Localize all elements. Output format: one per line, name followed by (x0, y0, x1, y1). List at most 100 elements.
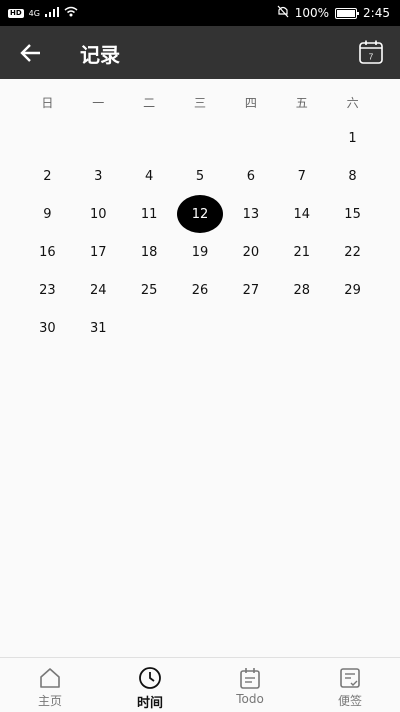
day-number: 21 (293, 244, 310, 260)
network-type: 4G (28, 8, 40, 18)
arrow-left-icon (20, 44, 40, 62)
nav-item-todo[interactable]: Todo (200, 658, 300, 712)
day-cell[interactable]: 9 (22, 195, 73, 233)
day-number: 26 (191, 282, 209, 298)
day-cell[interactable]: 11 (124, 195, 175, 233)
nav-item-note[interactable]: 便签 (300, 658, 400, 712)
day-number: 23 (39, 282, 56, 298)
weekday-header: 四 (244, 96, 257, 110)
day-cell[interactable]: 3 (73, 157, 124, 195)
day-number: 4 (144, 168, 154, 184)
day-cell-selected[interactable]: 12 (175, 195, 226, 233)
note-icon (340, 668, 360, 688)
bottom-navigation: 主页 时间 Todo 便签 (0, 657, 400, 712)
day-cell[interactable]: 18 (124, 233, 175, 271)
day-cell[interactable]: 30 (22, 309, 73, 347)
day-number: 10 (90, 206, 107, 222)
calendar-icon: 7 (359, 40, 383, 64)
nav-label: 便签 (337, 694, 362, 708)
back-button[interactable] (18, 40, 44, 66)
nav-item-home[interactable]: 主页 (0, 658, 100, 712)
weekday-header-row: 日一二三四五六 (22, 94, 378, 111)
empty-day-cell (73, 119, 124, 157)
status-bar: HD 4G 100% 2:45 (0, 0, 400, 26)
page-title: 记录 (80, 43, 120, 67)
day-cell[interactable]: 1 (327, 119, 378, 157)
nav-label: 主页 (37, 694, 62, 708)
day-number: 12 (176, 195, 223, 233)
day-cell[interactable]: 21 (276, 233, 327, 271)
day-number: 13 (242, 206, 260, 222)
day-cell[interactable]: 2 (22, 157, 73, 195)
day-number: 2 (43, 168, 52, 184)
weekday-header: 六 (346, 96, 359, 110)
weekday-header: 二 (143, 96, 156, 110)
day-cell[interactable]: 31 (73, 309, 124, 347)
day-number: 30 (39, 320, 56, 336)
day-cell[interactable]: 16 (22, 233, 73, 271)
day-cell[interactable]: 6 (225, 157, 276, 195)
day-number: 7 (297, 168, 306, 184)
wifi-icon (64, 6, 78, 20)
day-cell[interactable]: 22 (327, 233, 378, 271)
todo-icon (240, 668, 260, 689)
app-bar: 记录 7 (0, 26, 400, 79)
calendar-button[interactable]: 7 (358, 39, 384, 65)
day-cell[interactable]: 24 (73, 271, 124, 309)
day-number: 16 (39, 244, 56, 260)
calendar-icon-day: 7 (369, 53, 374, 62)
day-number: 17 (90, 244, 107, 260)
hd-badge: HD (8, 8, 24, 18)
day-number: 5 (195, 168, 205, 184)
empty-day-cell (175, 119, 226, 157)
day-number: 25 (140, 282, 158, 298)
empty-day-cell (22, 119, 73, 157)
day-number: 31 (90, 320, 107, 336)
empty-day-cell (225, 119, 276, 157)
day-number: 19 (191, 244, 209, 260)
empty-day-cell (124, 119, 175, 157)
day-cell[interactable]: 19 (175, 233, 226, 271)
day-number: 3 (94, 168, 103, 184)
home-icon (40, 668, 60, 688)
status-right: 100% 2:45 (277, 5, 390, 21)
nav-item-clock[interactable]: 时间 (100, 658, 200, 712)
day-number: 8 (348, 168, 357, 184)
day-cell[interactable]: 23 (22, 271, 73, 309)
day-cell[interactable]: 28 (276, 271, 327, 309)
day-number: 28 (293, 282, 310, 298)
day-cell[interactable]: 27 (225, 271, 276, 309)
day-number: 14 (293, 206, 310, 222)
day-cell[interactable]: 20 (225, 233, 276, 271)
weekday-header: 三 (193, 96, 206, 110)
day-cell[interactable]: 15 (327, 195, 378, 233)
day-cell[interactable]: 10 (73, 195, 124, 233)
weekday-header: 一 (92, 96, 105, 110)
battery-percent: 100% (294, 6, 330, 20)
signal-icon (44, 6, 59, 20)
clock-time: 2:45 (363, 6, 390, 20)
day-cell[interactable]: 13 (225, 195, 276, 233)
day-number: 24 (90, 282, 107, 298)
nav-label: Todo (236, 692, 264, 706)
battery-icon (335, 7, 360, 19)
day-cell[interactable]: 26 (175, 271, 226, 309)
day-cell[interactable]: 14 (276, 195, 327, 233)
clock-icon (139, 667, 161, 689)
day-cell[interactable]: 29 (327, 271, 378, 309)
day-number: 22 (344, 244, 361, 260)
weekday-header: 五 (295, 96, 308, 110)
day-number: 9 (43, 206, 52, 222)
day-number: 29 (344, 282, 361, 298)
day-cell[interactable]: 5 (175, 157, 226, 195)
day-cell[interactable]: 4 (124, 157, 175, 195)
day-cell[interactable]: 17 (73, 233, 124, 271)
day-cell[interactable]: 25 (124, 271, 175, 309)
day-cell[interactable]: 8 (327, 157, 378, 195)
day-number: 27 (242, 282, 260, 298)
nav-label: 时间 (136, 696, 163, 711)
calendar-grid: 1 2 3 4 5 6 7 8 9 10 11 12 13 14 15 16 17 18 19 20 21 22 23 24 2… (22, 119, 378, 347)
day-number: 15 (344, 206, 361, 222)
day-cell[interactable]: 7 (276, 157, 327, 195)
day-number: 1 (348, 130, 357, 146)
